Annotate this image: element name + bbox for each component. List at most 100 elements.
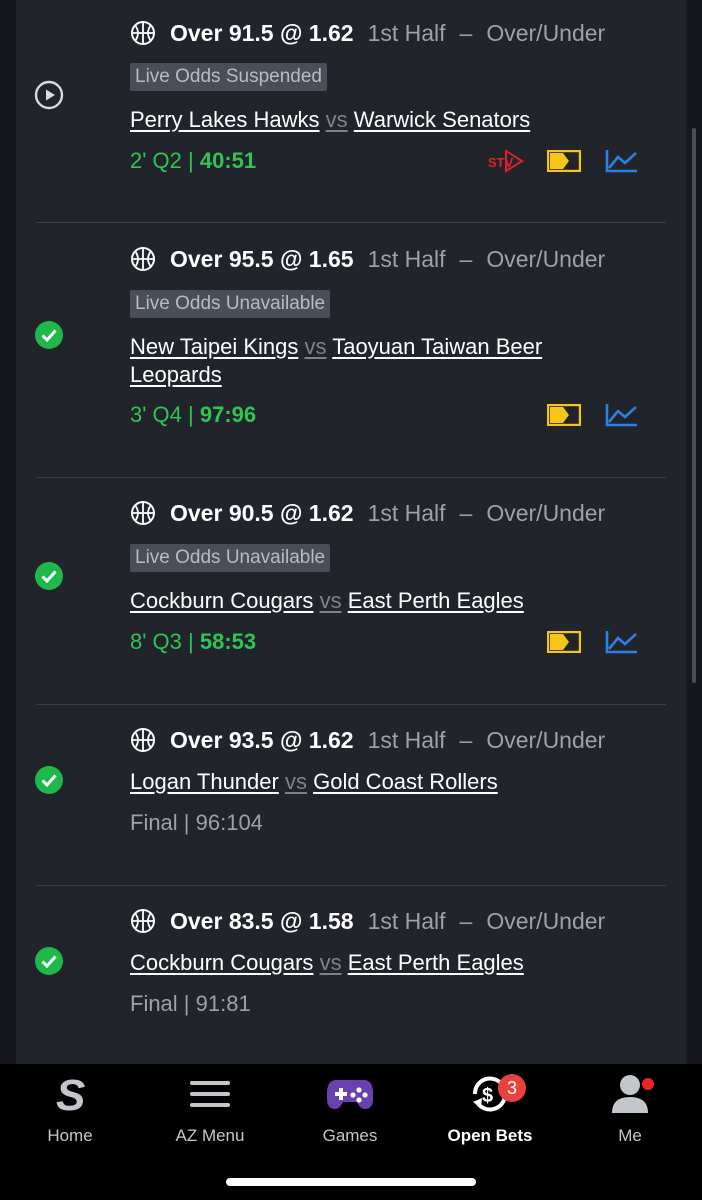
separator: –: [459, 19, 473, 46]
matchup[interactable]: Perry Lakes Hawks vs Warwick Senators: [130, 106, 570, 134]
bet-selection: Over 90.5 @ 1.62: [170, 499, 354, 526]
live-stream-icon[interactable]: [546, 627, 582, 657]
bet-selection: Over 83.5 @ 1.58: [170, 907, 354, 934]
live-stream-icon[interactable]: [546, 146, 582, 176]
vs-label: vs: [319, 950, 342, 975]
stv-logo: STV: [488, 149, 524, 173]
svg-text:$: $: [482, 1085, 493, 1107]
vs-label: vs: [304, 334, 327, 359]
bet-period: 1st Half: [367, 499, 446, 526]
tab-label: Home: [47, 1126, 93, 1145]
home-indicator[interactable]: [226, 1178, 476, 1186]
tab-label: AZ Menu: [175, 1126, 245, 1145]
score: 97:96: [199, 402, 257, 427]
divider: [36, 222, 666, 223]
stv-text: STV: [488, 155, 514, 170]
odds-status-badge: Live Odds Unavailable: [130, 290, 331, 318]
tab-label: Games: [322, 1126, 378, 1145]
open-bets-list: Over 91.5 @ 1.62 1st Half – Over/Under L…: [16, 0, 686, 1064]
home-team-link[interactable]: Perry Lakes Hawks: [130, 107, 320, 132]
check-circle-icon: [35, 321, 63, 349]
live-score: 3' Q4 | 97:96: [130, 401, 256, 429]
scrollbar[interactable]: [692, 128, 696, 683]
bet-title-row: Over 90.5 @ 1.62 1st Half – Over/Under: [130, 496, 605, 530]
tab-open-bets[interactable]: $ 3 Open Bets: [420, 1072, 560, 1152]
check-circle-icon: [35, 562, 63, 590]
tab-games[interactable]: Games: [280, 1072, 420, 1152]
bet-selection: Over 93.5 @ 1.62: [170, 726, 354, 753]
bet-card[interactable]: Over 93.5 @ 1.62 1st Half – Over/Under L…: [16, 705, 686, 886]
live-score: 2' Q2 | 40:51: [130, 147, 256, 175]
bet-title-row: Over 93.5 @ 1.62 1st Half – Over/Under: [130, 723, 605, 757]
stv-icon[interactable]: STV: [486, 146, 524, 176]
live-stream-glyph: [547, 150, 581, 172]
final-score: Final | 96:104: [130, 810, 263, 835]
bet-period: 1st Half: [367, 19, 446, 46]
bet-selection: Over 91.5 @ 1.62: [170, 19, 354, 46]
home-team-link[interactable]: Cockburn Cougars: [130, 588, 313, 613]
bet-market: Over/Under: [486, 499, 606, 526]
open-bets-count-badge: 3: [498, 1074, 526, 1102]
matchup[interactable]: Cockburn Cougars vs East Perth Eagles: [130, 949, 570, 977]
tab-home[interactable]: S Home: [0, 1072, 140, 1152]
stats-chart-icon[interactable]: [604, 627, 640, 657]
bet-title-row: Over 91.5 @ 1.62 1st Half – Over/Under: [130, 16, 605, 50]
tab-me[interactable]: Me: [560, 1072, 700, 1152]
home-team-link[interactable]: Logan Thunder: [130, 769, 279, 794]
separator: –: [459, 245, 473, 272]
basketball-icon: [131, 247, 155, 271]
play-circle-icon[interactable]: [34, 80, 64, 110]
check-circle-icon: [35, 947, 63, 975]
home-team-link[interactable]: New Taipei Kings: [130, 334, 298, 359]
stats-chart-glyph: [605, 150, 637, 173]
gamepad-icon: [327, 1080, 373, 1109]
away-team-link[interactable]: East Perth Eagles: [348, 950, 524, 975]
basketball-icon: [131, 909, 155, 933]
away-team-link[interactable]: Warwick Senators: [354, 107, 530, 132]
home-team-link[interactable]: Cockburn Cougars: [130, 950, 313, 975]
bet-title-row: Over 95.5 @ 1.65 1st Half – Over/Under: [130, 242, 605, 276]
live-stream-icon[interactable]: [546, 400, 582, 430]
basketball-icon: [131, 21, 155, 45]
matchup[interactable]: Cockburn Cougars vs East Perth Eagles: [130, 587, 570, 615]
bet-period: 1st Half: [367, 726, 446, 753]
score: 58:53: [199, 629, 257, 654]
vs-label: vs: [284, 769, 307, 794]
notification-dot: [642, 1078, 654, 1090]
stats-chart-icon[interactable]: [604, 400, 640, 430]
bet-card[interactable]: Over 83.5 @ 1.58 1st Half – Over/Under C…: [16, 886, 686, 1064]
stats-chart-glyph: [605, 404, 637, 427]
bet-card[interactable]: Over 95.5 @ 1.65 1st Half – Over/Under L…: [16, 224, 686, 478]
game-clock: 2' Q2 |: [130, 148, 200, 173]
live-score: 8' Q3 | 58:53: [130, 628, 256, 656]
live-stream-glyph: [547, 404, 581, 426]
separator: –: [459, 726, 473, 753]
game-clock: 8' Q3 |: [130, 629, 200, 654]
matchup[interactable]: Logan Thunder vs Gold Coast Rollers: [130, 768, 570, 796]
svg-text:S: S: [56, 1072, 85, 1116]
vs-label: vs: [319, 588, 342, 613]
stats-chart-glyph: [605, 631, 637, 654]
bet-title-row: Over 83.5 @ 1.58 1st Half – Over/Under: [130, 904, 605, 938]
odds-status-badge: Live Odds Unavailable: [130, 544, 331, 572]
away-team-link[interactable]: East Perth Eagles: [348, 588, 524, 613]
bet-market: Over/Under: [486, 19, 606, 46]
bet-market: Over/Under: [486, 245, 606, 272]
away-team-link[interactable]: Gold Coast Rollers: [313, 769, 498, 794]
vs-label: vs: [325, 107, 348, 132]
basketball-icon: [131, 728, 155, 752]
hamburger-menu-icon: [190, 1081, 230, 1107]
bet-card[interactable]: Over 91.5 @ 1.62 1st Half – Over/Under L…: [16, 0, 686, 224]
check-circle-icon: [35, 766, 63, 794]
separator: –: [459, 907, 473, 934]
game-clock: 3' Q4 |: [130, 402, 200, 427]
stats-chart-icon[interactable]: [604, 146, 640, 176]
tab-label: Open Bets: [447, 1126, 533, 1145]
bet-period: 1st Half: [367, 245, 446, 272]
separator: –: [459, 499, 473, 526]
bet-card[interactable]: Over 90.5 @ 1.62 1st Half – Over/Under L…: [16, 478, 686, 705]
bet-selection: Over 95.5 @ 1.65: [170, 245, 354, 272]
matchup[interactable]: New Taipei Kings vs Taoyuan Taiwan Beer …: [130, 333, 570, 389]
final-score: Final | 91:81: [130, 991, 251, 1016]
tab-az-menu[interactable]: AZ Menu: [140, 1072, 280, 1152]
